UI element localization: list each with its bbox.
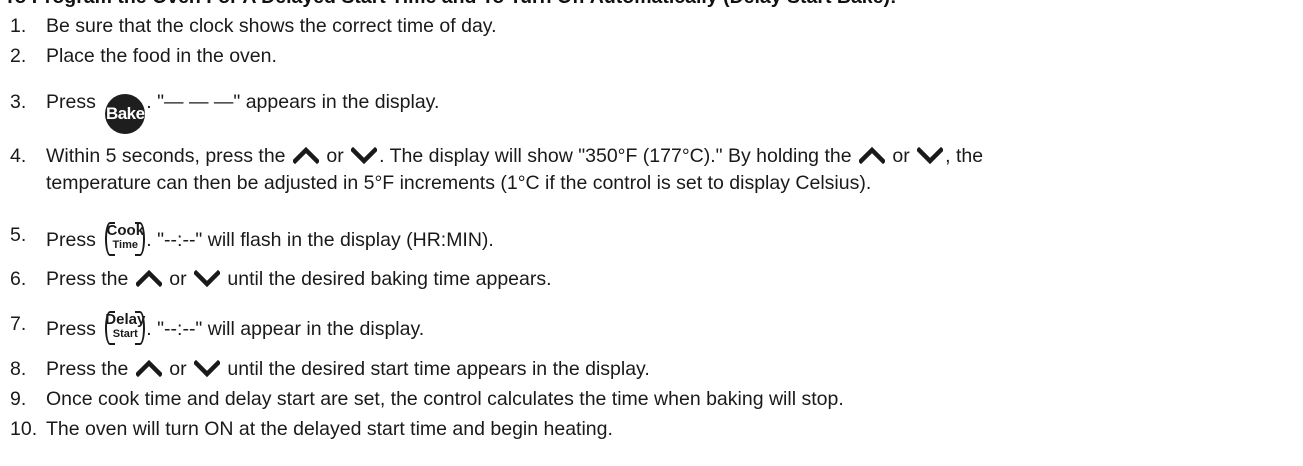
step-text: . The display will show "350°F (177°C)."… [379, 145, 852, 167]
step-text: until the desired start time appears in … [227, 358, 650, 380]
step-number: 9. [10, 388, 27, 410]
down-arrow-icon [351, 146, 378, 164]
step-number: 3. [10, 91, 27, 113]
step-number: 8. [10, 358, 27, 380]
down-arrow-icon [193, 359, 220, 377]
delay-start-label-top: Delay [105, 311, 146, 328]
step-text: . "— — —" appears in the display. [146, 91, 440, 113]
cook-time-label-bottom: Time [112, 239, 139, 251]
step-number: 10. [10, 418, 38, 440]
step-text: or [892, 145, 910, 167]
step-text: Place the food in the oven. [46, 45, 277, 67]
down-arrow-icon [917, 146, 944, 164]
up-arrow-icon [135, 359, 162, 377]
up-arrow-icon [858, 146, 885, 164]
step-text: or [169, 358, 187, 380]
step-text: Press [46, 91, 96, 113]
up-arrow-icon [135, 269, 162, 287]
step-text: or [326, 145, 344, 167]
step-text: until the desired baking time appears. [227, 268, 552, 290]
bake-button-icon: Bake [105, 93, 146, 134]
step-text: Press the [46, 268, 129, 290]
step-text: Press the [46, 358, 129, 380]
step-text: Within 5 seconds, press the [46, 145, 286, 167]
down-arrow-icon [193, 269, 220, 287]
step-number: 7. [10, 313, 27, 335]
step-text: or [169, 268, 187, 290]
step-text: Be sure that the clock shows the correct… [46, 15, 497, 37]
step-text: temperature can then be adjusted in 5°F … [46, 172, 872, 194]
step-number: 6. [10, 268, 27, 290]
step-text: Once cook time and delay start are set, … [46, 388, 844, 410]
step-number: 2. [10, 45, 27, 67]
step-text: Press [46, 318, 96, 340]
delay-start-label-bottom: Start [112, 328, 138, 340]
instructions-document: To Program the Oven For A Delayed Start … [0, 0, 1303, 466]
step-text: . "--:--" will appear in the display. [146, 318, 425, 340]
step-number: 5. [10, 224, 27, 246]
delay-start-button-icon: Delay Start [105, 311, 145, 345]
step-number: 4. [10, 145, 27, 167]
cook-time-button-icon: Cook Time [105, 222, 146, 256]
up-arrow-icon [292, 146, 319, 164]
step-text: , the [945, 145, 984, 167]
step-text: Press [46, 229, 96, 251]
step-text: The oven will turn ON at the delayed sta… [46, 418, 613, 440]
cook-time-label-top: Cook [106, 222, 145, 239]
step-text: . "--:--" will flash in the display (HR:… [146, 229, 494, 251]
step-number: 1. [10, 15, 27, 37]
section-heading: To Program the Oven For A Delayed Start … [4, 0, 896, 9]
